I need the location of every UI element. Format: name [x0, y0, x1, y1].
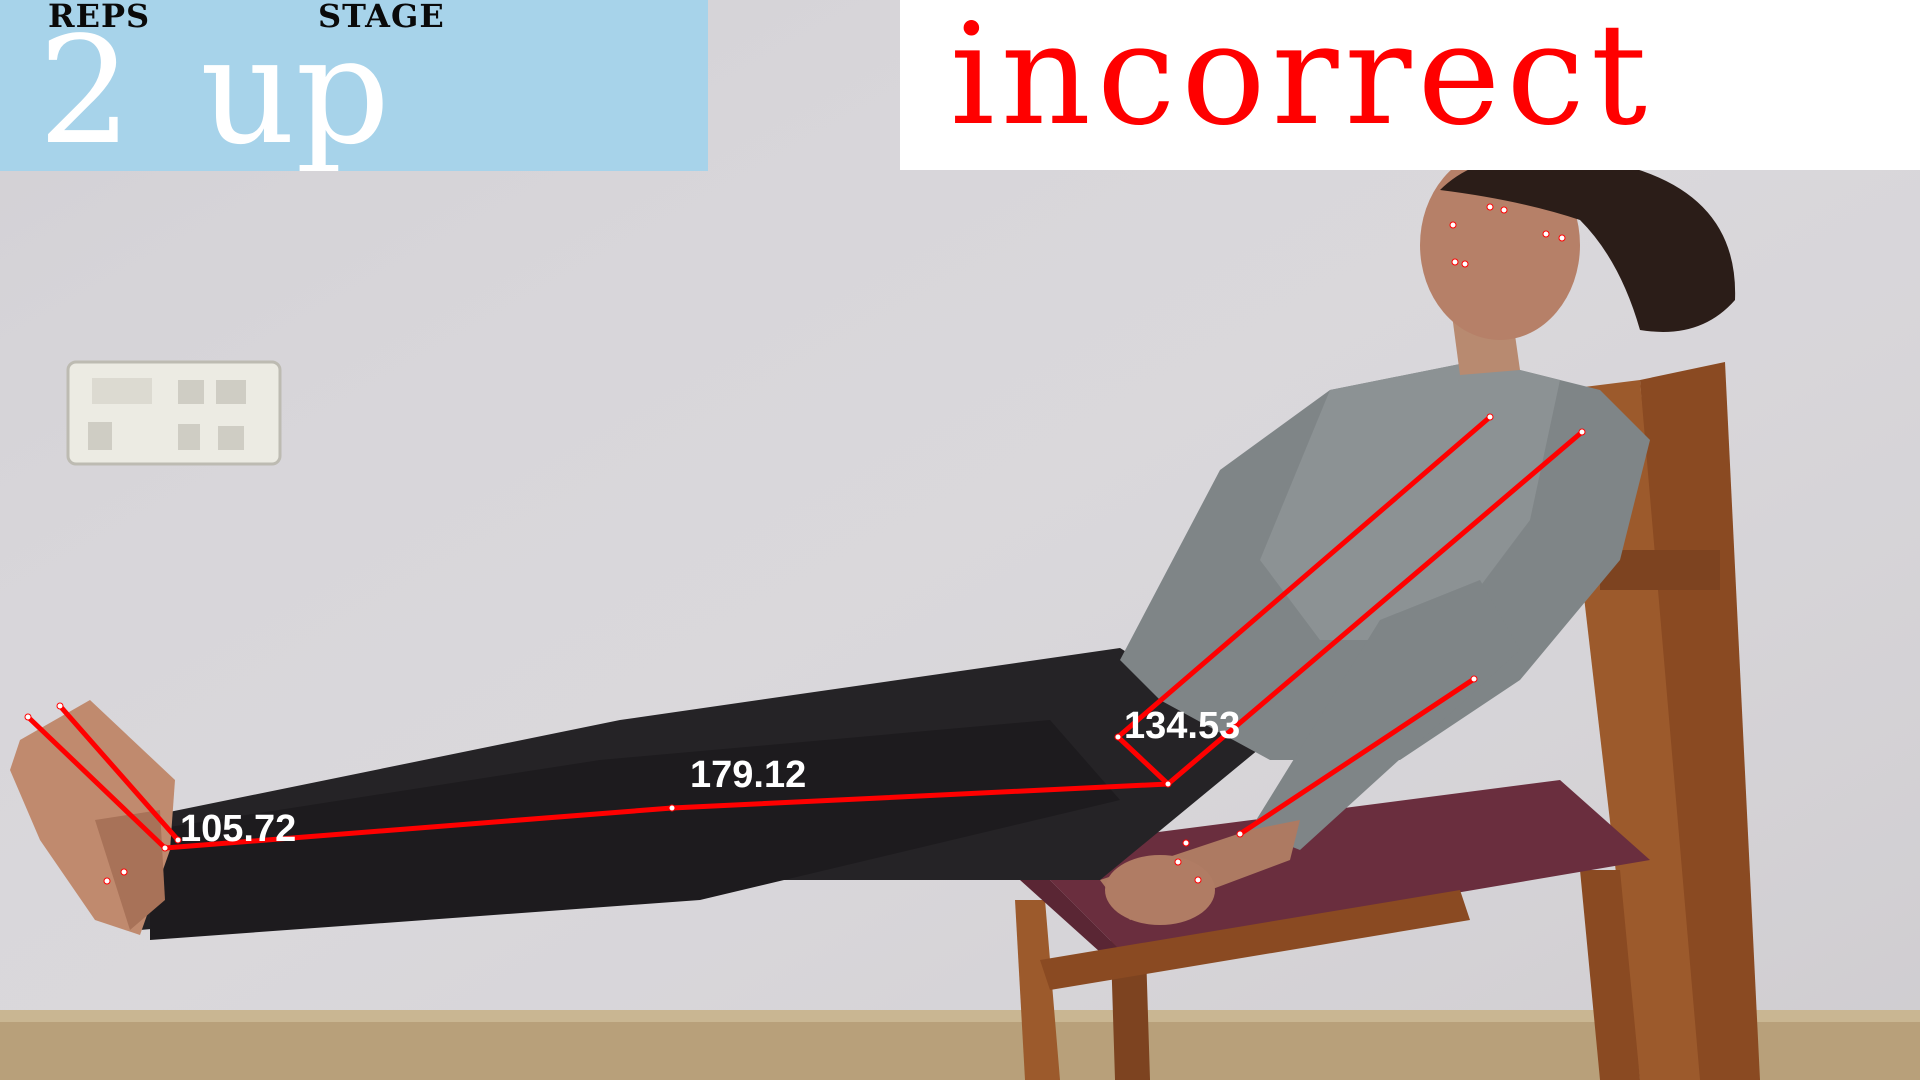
feedback-text: incorrect	[950, 0, 1654, 157]
keypoint-hip-1	[1114, 733, 1122, 741]
keypoint-eye-1	[1486, 203, 1494, 211]
knee-angle-label: 179.12	[690, 754, 807, 796]
keypoint-toe-1	[24, 713, 32, 721]
camera-frame: REPS STAGE 2 up incorrect 105.72 179.12 …	[0, 0, 1920, 1080]
switch-board	[66, 360, 282, 466]
keypoint-eye-2	[1500, 206, 1508, 214]
keypoint-mouth-1	[1451, 258, 1459, 266]
keypoint-mouth-2	[1461, 260, 1469, 268]
keypoint-knee	[668, 804, 676, 812]
keypoint-heel-2	[103, 877, 111, 885]
keypoint-wrist	[1236, 830, 1244, 838]
keypoint-toe-2	[56, 702, 64, 710]
stage-value: up	[200, 5, 391, 171]
keypoint-shoulder-1	[1486, 413, 1494, 421]
reps-value: 2	[38, 5, 133, 171]
keypoint-foot-2	[120, 868, 128, 876]
keypoint-ankle	[161, 844, 169, 852]
keypoint-finger-2	[1174, 858, 1182, 866]
keypoint-finger-3	[1194, 876, 1202, 884]
status-panel: REPS STAGE 2 up	[0, 0, 708, 171]
feedback-panel: incorrect	[900, 0, 1920, 170]
keypoint-finger-1	[1182, 839, 1190, 847]
keypoint-shoulder-2	[1578, 428, 1586, 436]
keypoint-ear-1	[1542, 230, 1550, 238]
keypoint-hip-2	[1164, 780, 1172, 788]
ankle-angle-label: 105.72	[180, 808, 297, 850]
hip-angle-label: 134.53	[1124, 705, 1241, 747]
keypoint-ear-2	[1558, 234, 1566, 242]
keypoint-elbow	[1470, 675, 1478, 683]
keypoint-nose	[1449, 221, 1457, 229]
